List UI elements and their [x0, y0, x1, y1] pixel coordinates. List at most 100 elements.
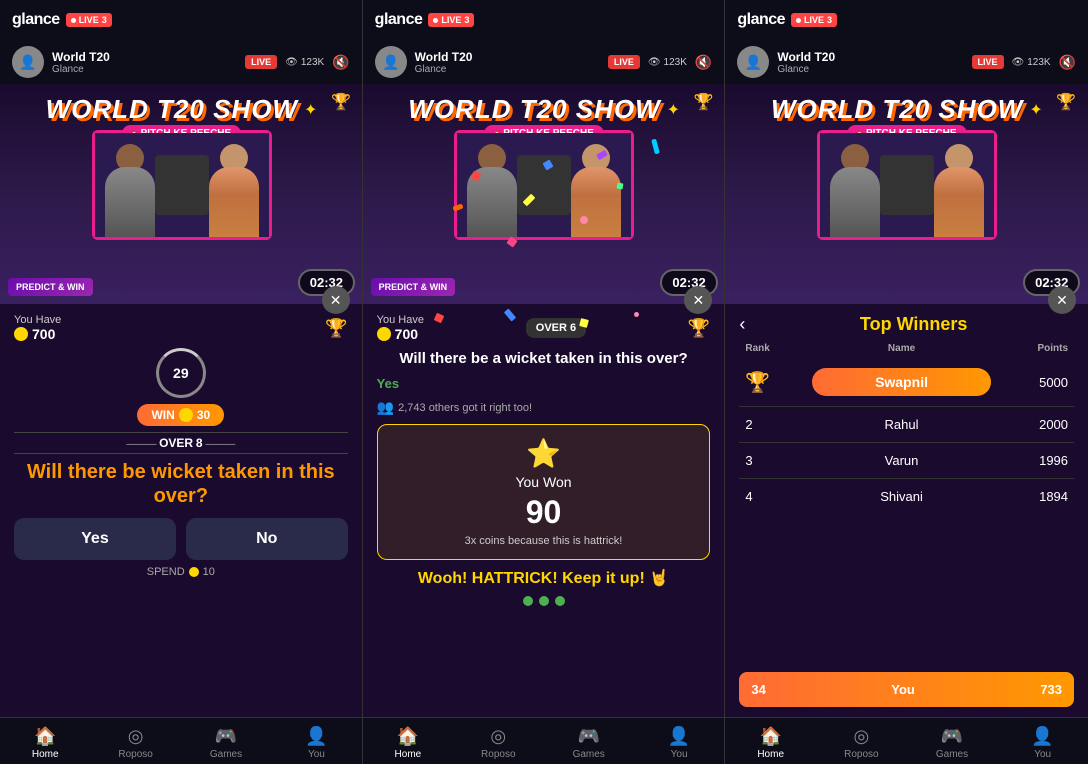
show-title-1: WORLD T20 SHOW ✦	[46, 94, 318, 125]
app-name-3: glance	[737, 11, 785, 29]
close-btn-1[interactable]: ✕	[322, 286, 350, 314]
nav-home-1[interactable]: 🏠 Home	[20, 726, 70, 760]
nav-games-1[interactable]: 🎮 Games	[201, 726, 251, 760]
win-panel-2: You Have 700 OVER 6 🏆 Will there be a wi…	[363, 304, 725, 616]
you-row-3: 34 You 733	[739, 672, 1074, 707]
top-bar-2: glance LIVE 3	[363, 0, 725, 40]
channel-info-1: 👤 World T20 Glance	[12, 46, 110, 78]
mute-icon-1[interactable]: 🔇	[332, 54, 349, 71]
glance-logo-2: glance LIVE 3	[375, 11, 475, 29]
tv-screen-1: ● PITCH KE PEECHE	[92, 130, 272, 240]
trophy-icon-1: 🏆	[331, 92, 351, 112]
nav-home-3[interactable]: 🏠 Home	[746, 726, 796, 760]
question-text-1: Will there be wicket taken in this over?	[14, 460, 348, 508]
games-icon-2: 🎮	[577, 726, 599, 747]
phone-panel-1: glance LIVE 3 👤 World T20 Glance LIVE 👁 …	[0, 0, 363, 764]
app-name-2: glance	[375, 11, 423, 29]
app-name-1: glance	[12, 11, 60, 29]
nav-games-2[interactable]: 🎮 Games	[564, 726, 614, 760]
lb-row-2: 2 Rahul 2000	[739, 407, 1074, 442]
lb-row-3: 3 Varun 1996	[739, 443, 1074, 478]
varun-name: Varun	[806, 443, 996, 478]
bottom-panel-2: ✕ You Have 700 OVER 6 🏆	[363, 304, 725, 764]
nav-home-2[interactable]: 🏠 Home	[383, 726, 433, 760]
nav-you-3[interactable]: 👤 You	[1018, 726, 1068, 760]
coin-icon-2	[377, 327, 391, 341]
mute-icon-2[interactable]: 🔇	[695, 54, 712, 71]
nav-you-2[interactable]: 👤 You	[654, 726, 704, 760]
video-area-2: WORLD T20 SHOW ✦ 🏆 ● PITCH KE PEECHE	[363, 84, 726, 304]
channel-bar-1: 👤 World T20 Glance LIVE 👁 123K 🔇	[0, 40, 362, 84]
swapnil-name: Swapnil	[812, 368, 990, 396]
over-badge-2: OVER 6	[526, 318, 586, 338]
games-icon-1: 🎮	[215, 726, 237, 747]
lb-panel-3: ‹ Top Winners Rank Name Points 🏆	[725, 304, 1088, 717]
you-rank-3: 34	[751, 682, 765, 697]
dot-3	[555, 596, 565, 606]
live-indicator-2: LIVE	[608, 55, 640, 69]
channel-avatar-3: 👤	[737, 46, 769, 78]
top-bar-3: glance LIVE 3	[725, 0, 1088, 40]
live-indicator-3: LIVE	[972, 55, 1004, 69]
spend-coin-icon-1	[189, 567, 199, 577]
you-points-3: 733	[1040, 682, 1062, 697]
nav-roposo-3[interactable]: ◎ Roposo	[836, 726, 886, 760]
view-count-1: 👁 123K	[285, 57, 324, 68]
top-bar-1: glance LIVE 3	[0, 0, 362, 40]
you-won-sub-2: 3x coins because this is hattrick!	[465, 535, 623, 547]
mute-icon-3[interactable]: 🔇	[1059, 54, 1076, 71]
trophy-small-2: 🏆	[688, 318, 710, 339]
games-icon-3: 🎮	[941, 726, 963, 747]
trophy-small-1: 🏆	[325, 318, 347, 339]
you-icon-3: 👤	[1031, 726, 1053, 747]
bottom-panel-1: ✕ You Have 700 🏆 29 WIN 30	[0, 304, 362, 764]
show-title-2: WORLD T20 SHOW ✦	[408, 94, 680, 125]
lb-title-3: Top Winners	[753, 314, 1074, 335]
coins-row-2: You Have 700 OVER 6 🏆	[377, 314, 711, 342]
dot-1	[523, 596, 533, 606]
lb-points-3: 1996	[997, 443, 1074, 478]
channel-name-1: World T20	[52, 50, 110, 64]
dots-row-2	[377, 596, 711, 606]
rahul-name: Rahul	[806, 407, 996, 442]
channel-sub-3: Glance	[777, 64, 835, 75]
phone-panel-3: glance LIVE 3 👤 World T20 Glance LIVE 👁 …	[725, 0, 1088, 764]
win-badge-1: WIN 30	[137, 404, 224, 426]
roposo-icon-3: ◎	[853, 726, 869, 747]
over-label-1: ——— OVER 8 ———	[14, 432, 348, 454]
timer-circle-1: 29	[156, 348, 206, 398]
sparkle-2: ✦	[667, 100, 680, 120]
live-badge-1: LIVE 3	[66, 13, 112, 27]
leaderboard-table-3: Rank Name Points 🏆 Swapnil 5000	[739, 339, 1074, 514]
lb-rank-3: 3	[739, 443, 806, 478]
glance-logo-3: glance LIVE 3	[737, 11, 837, 29]
others-text-2: 👥 2,743 others got it right too!	[377, 399, 711, 416]
tv-content-1	[95, 133, 269, 237]
nav-games-3[interactable]: 🎮 Games	[927, 726, 977, 760]
you-icon-1: 👤	[305, 726, 327, 747]
channel-bar-2: 👤 World T20 Glance LIVE 👁 123K 🔇	[363, 40, 725, 84]
back-btn-3[interactable]: ‹	[739, 314, 745, 335]
live-dot-2	[433, 18, 438, 23]
lb-rank-4: 4	[739, 479, 806, 514]
dot-2	[539, 596, 549, 606]
shivani-name: Shivani	[806, 479, 996, 514]
you-won-box-2: ⭐ You Won 90 3x coins because this is ha…	[377, 424, 711, 560]
channel-info-2: 👤 World T20 Glance	[375, 46, 473, 78]
tv-screen-2: ● PITCH KE PEECHE	[454, 130, 634, 240]
lb-points-1: 5000	[997, 358, 1074, 406]
channel-name-2: World T20	[415, 50, 473, 64]
yes-button-1[interactable]: Yes	[14, 518, 176, 560]
live-indicator-1: LIVE	[245, 55, 277, 69]
nav-you-1[interactable]: 👤 You	[291, 726, 341, 760]
bottom-panel-3: ✕ ‹ Top Winners Rank Name Points	[725, 304, 1088, 764]
no-button-1[interactable]: No	[186, 518, 348, 560]
answer-correct-2: Yes	[377, 376, 711, 391]
nav-roposo-2[interactable]: ◎ Roposo	[473, 726, 523, 760]
channel-sub-1: Glance	[52, 64, 110, 75]
roposo-icon-1: ◎	[128, 726, 144, 747]
close-btn-3[interactable]: ✕	[1048, 286, 1076, 314]
lb-rank-2: 2	[739, 407, 806, 442]
nav-roposo-1[interactable]: ◎ Roposo	[111, 726, 161, 760]
channel-name-3: World T20	[777, 50, 835, 64]
